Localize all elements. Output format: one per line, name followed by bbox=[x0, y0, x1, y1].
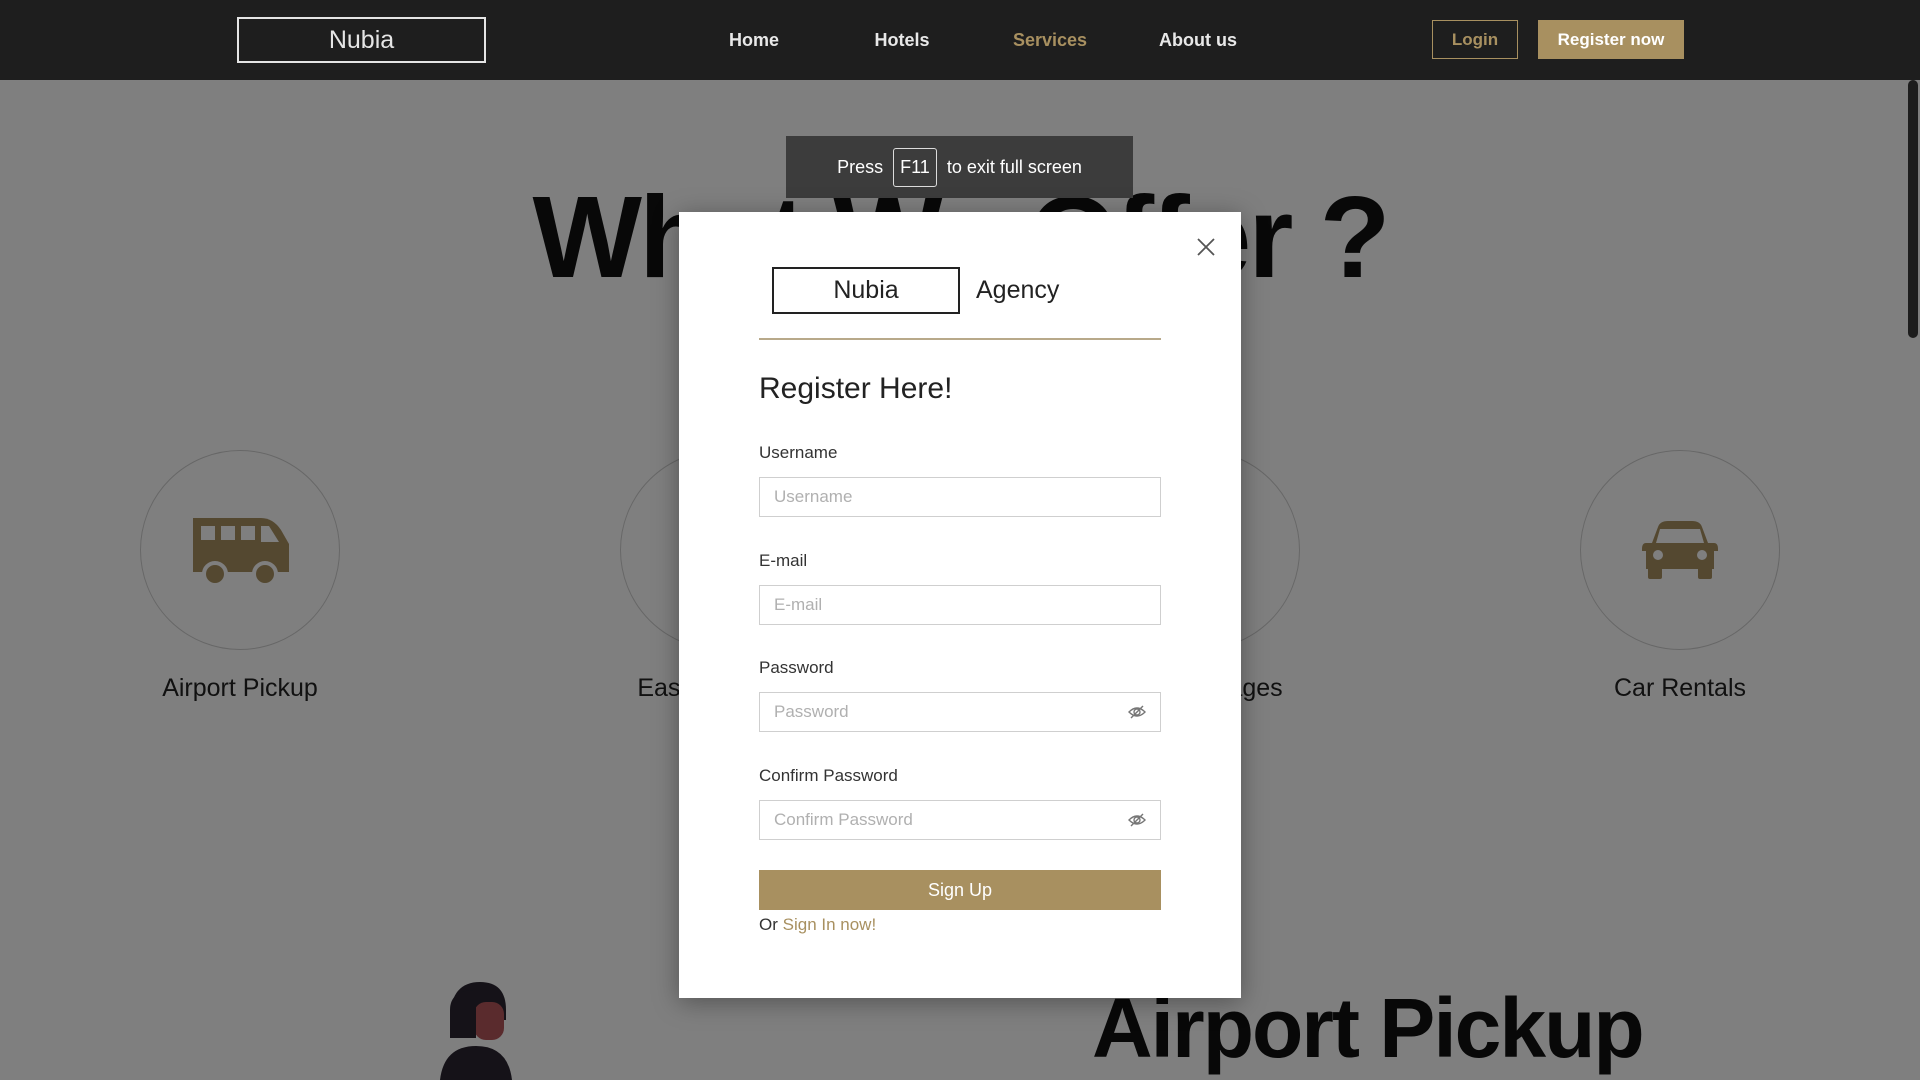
nav-link-about[interactable]: About us bbox=[1124, 30, 1272, 51]
navbar: Nubia Home Hotels Services About us Logi… bbox=[0, 0, 1920, 80]
modal-title: Register Here! bbox=[759, 372, 953, 405]
confirm-password-field-group: Confirm Password bbox=[759, 766, 1161, 840]
eye-slash-icon[interactable] bbox=[1127, 702, 1147, 722]
signin-prefix: Or bbox=[759, 915, 778, 934]
sign-up-button[interactable]: Sign Up bbox=[759, 870, 1161, 910]
brand-logo-box: Nubia bbox=[772, 267, 960, 314]
modal-brand: Nubia Agency bbox=[772, 267, 1059, 314]
sign-in-link[interactable]: Sign In now! bbox=[783, 915, 877, 934]
login-button[interactable]: Login bbox=[1432, 20, 1518, 59]
username-input[interactable] bbox=[759, 477, 1161, 517]
username-field-group: Username bbox=[759, 443, 1161, 517]
modal-backdrop[interactable]: Press F11 to exit full screen Nubia Agen… bbox=[0, 80, 1920, 1080]
email-input-wrap bbox=[759, 585, 1161, 625]
email-label: E-mail bbox=[759, 551, 808, 570]
username-input-wrap bbox=[759, 477, 1161, 517]
confirm-password-label: Confirm Password bbox=[759, 766, 898, 785]
nav-link-home[interactable]: Home bbox=[680, 30, 828, 51]
username-label: Username bbox=[759, 443, 838, 462]
brand-agency-text: Agency bbox=[976, 276, 1060, 304]
register-modal: Nubia Agency Register Here! Username E-m… bbox=[679, 212, 1241, 998]
close-icon[interactable] bbox=[1195, 236, 1217, 258]
fullscreen-notice-prefix: Press bbox=[837, 156, 884, 177]
f11-key: F11 bbox=[893, 147, 937, 187]
email-field-group: E-mail bbox=[759, 551, 1161, 625]
password-label: Password bbox=[759, 658, 834, 677]
confirm-password-input[interactable] bbox=[759, 800, 1161, 840]
eye-slash-icon[interactable] bbox=[1127, 810, 1147, 830]
nav-links: Home Hotels Services About us bbox=[680, 0, 1272, 80]
nav-logo[interactable]: Nubia bbox=[237, 17, 486, 63]
password-input[interactable] bbox=[759, 692, 1161, 732]
brand-divider bbox=[759, 338, 1161, 340]
fullscreen-notice: Press F11 to exit full screen bbox=[786, 136, 1133, 198]
fullscreen-notice-suffix: to exit full screen bbox=[946, 156, 1082, 177]
register-now-button[interactable]: Register now bbox=[1538, 20, 1684, 59]
nav-link-hotels[interactable]: Hotels bbox=[828, 30, 976, 51]
email-input[interactable] bbox=[759, 585, 1161, 625]
signin-line: Or Sign In now! bbox=[759, 915, 876, 935]
password-field-group: Password bbox=[759, 658, 1161, 732]
password-input-wrap bbox=[759, 692, 1161, 732]
confirm-password-input-wrap bbox=[759, 800, 1161, 840]
nav-link-services[interactable]: Services bbox=[976, 30, 1124, 51]
